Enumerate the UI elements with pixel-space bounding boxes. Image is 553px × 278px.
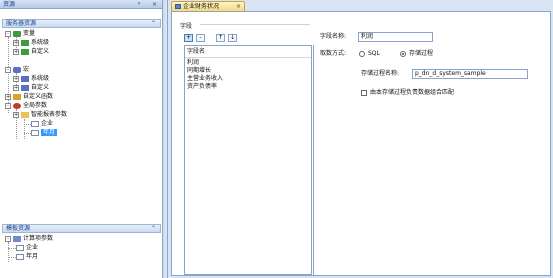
list-item[interactable]: 同期增长 [187,67,211,74]
document-icon [175,4,181,9]
folder-icon [21,39,29,46]
tree-node-custom-functions[interactable]: + 自定义函数 [5,92,53,101]
move-down-button[interactable]: ↓ [228,34,237,42]
tab-enterprise-finance[interactable]: 企业财务状况 × [171,1,245,11]
group-divider [200,24,310,25]
fetch-mode-label: 取数方式: [320,50,347,57]
close-panel-icon[interactable]: × [152,0,157,9]
editor-content: 字段 + - ↑ ↓ 字段名 利润 同期增长 主营业务收入 资产负债率 字段名称… [171,11,551,276]
add-field-button[interactable]: + [184,34,193,42]
tree-node-calc-params[interactable]: - 计算项参数 [5,234,53,243]
template-resources-tree: - 计算项参数 企业 年月 [2,234,161,274]
tab-close-icon[interactable]: × [236,2,241,11]
list-item[interactable]: 主营业务收入 [187,75,223,82]
param-item-icon [16,253,24,260]
function-icon [13,93,21,100]
param-item-icon [16,244,24,251]
collapse-chevron-icon[interactable]: ⌃ [151,225,156,232]
expand-toggle-icon[interactable]: + [13,75,19,82]
variable-icon [13,30,21,37]
macro-icon [13,66,21,73]
data-match-checkbox-label: 由本存储过程负责数据组合匹配 [370,89,455,96]
field-name-input[interactable]: 利润 [358,32,433,42]
procedure-name-label: 存储过程名称: [361,70,400,77]
collapse-chevron-icon[interactable]: ⌃ [151,20,156,27]
tree-node-param-year-month[interactable]: 年月 [31,128,58,137]
stored-procedure-option-label: 存储过程 [409,50,434,57]
template-resources-header[interactable]: 模板资源 ⌃ [2,224,161,233]
folder-icon [21,111,29,118]
list-item[interactable]: 利润 [187,59,199,66]
collapse-toggle-icon[interactable]: - [5,66,11,73]
tree-node-calc-year-month[interactable]: 年月 [16,252,38,261]
stored-procedure-radio[interactable] [400,51,406,57]
collapse-toggle-icon[interactable]: - [5,30,11,37]
expand-toggle-icon[interactable]: + [13,48,19,55]
fields-group-title: 字段 [180,23,193,30]
sql-option-label: SQL [368,50,380,57]
tree-node-variables[interactable]: - 变量 [5,29,35,38]
pin-icon[interactable]: ᵖ [138,0,141,9]
data-match-checkbox[interactable] [361,90,367,96]
collapse-toggle-icon[interactable]: - [5,102,11,109]
document-area: 企业财务状况 × 字段 + - ↑ ↓ 字段名 利润 同期增长 主营业务收入 资… [168,0,553,278]
tree-node-macros-system[interactable]: + 系统级 [13,74,49,83]
tree-node-variables-system[interactable]: + 系统级 [13,38,49,47]
expand-toggle-icon[interactable]: + [13,111,19,118]
list-divider [313,45,314,275]
move-up-button[interactable]: ↑ [216,34,225,42]
tree-node-calc-enterprise[interactable]: 企业 [16,243,38,252]
remove-field-button[interactable]: - [196,34,205,42]
collapse-toggle-icon[interactable]: - [5,235,11,242]
server-resources-header[interactable]: 服务器资源 ⌃ [2,19,161,28]
param-item-icon [31,129,39,136]
expand-toggle-icon[interactable]: + [13,84,19,91]
folder-icon [21,84,29,91]
param-item-icon [31,120,39,127]
server-resources-tree: - 变量 + 系统级 + 自定义 -宏 + 系统级 + 自定义 + 自定义函数 - 全局参数 … [2,29,161,219]
tree-node-smart-report-params[interactable]: + 智能报表参数 [13,110,67,119]
sql-radio[interactable] [359,51,365,57]
list-item[interactable]: 资产负债率 [187,83,217,90]
tab-label: 企业财务状况 [183,3,220,10]
procedure-name-input[interactable]: p_dn_d_system_sample [412,69,528,79]
expand-toggle-icon[interactable]: + [5,93,11,100]
tree-node-macros[interactable]: -宏 [5,65,29,74]
folder-icon [21,75,29,82]
fields-list[interactable]: 字段名 利润 同期增长 主营业务收入 资产负债率 [184,45,312,275]
resource-panel-title: 资源 [3,1,16,8]
resource-panel: 资源 ᵖ × 服务器资源 ⌃ - 变量 + 系统级 + 自定义 -宏 + 系统级 + 自定… [0,0,163,278]
fields-list-header: 字段名 [187,48,206,55]
resource-panel-titlebar: 资源 ᵖ × [0,0,162,9]
tree-node-global-parameters[interactable]: - 全局参数 [5,101,47,110]
folder-icon [21,48,29,55]
parameter-icon [13,102,21,109]
template-resources-title: 模板资源 [6,225,31,232]
tree-node-param-enterprise[interactable]: 企业 [31,119,53,128]
field-name-label: 字段名称: [320,33,347,40]
server-resources-title: 服务器资源 [6,20,37,27]
calc-param-icon [13,235,21,242]
tree-node-macros-custom[interactable]: + 自定义 [13,83,49,92]
expand-toggle-icon[interactable]: + [13,39,19,46]
tree-node-variables-custom[interactable]: + 自定义 [13,47,49,56]
